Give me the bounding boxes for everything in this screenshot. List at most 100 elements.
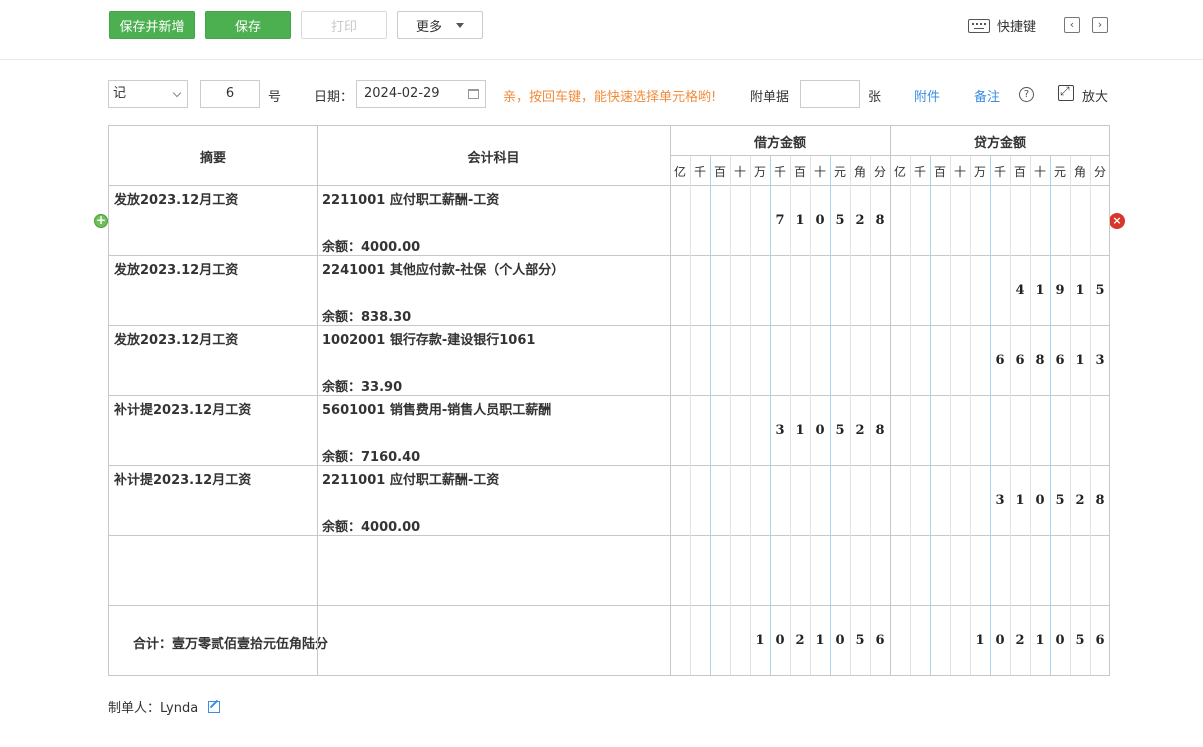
digit-header: 亿 bbox=[673, 165, 686, 179]
amount-digit: 0 bbox=[1035, 493, 1045, 508]
entry-summary[interactable]: 发放2023.12月工资 bbox=[114, 189, 238, 208]
header-debit: 借方金额 bbox=[753, 136, 806, 151]
save-button[interactable]: 保存 bbox=[205, 11, 291, 39]
entry-summary[interactable]: 补计提2023.12月工资 bbox=[114, 399, 251, 418]
delete-row-icon[interactable]: × bbox=[1109, 213, 1125, 229]
row-divider bbox=[109, 185, 1109, 186]
entry-subject[interactable]: 2211001 应付职工薪酬-工资 bbox=[322, 189, 499, 208]
amount-digit: 0 bbox=[1055, 633, 1065, 648]
amount-digit: 1 bbox=[1035, 283, 1045, 298]
voucher-type-value: 记 bbox=[113, 86, 127, 101]
prev-voucher-icon[interactable]: ‹ bbox=[1064, 17, 1080, 33]
amount-digit: 5 bbox=[1055, 493, 1065, 508]
print-button[interactable]: 打印 bbox=[301, 11, 387, 39]
amount-digit: 7 bbox=[775, 213, 785, 228]
digit-header: 十 bbox=[1033, 165, 1046, 179]
row-divider bbox=[109, 395, 1109, 396]
more-dropdown[interactable]: 更多 bbox=[397, 11, 483, 39]
note-link[interactable]: 备注 bbox=[974, 86, 1000, 105]
amount-digit: 1 bbox=[975, 633, 985, 648]
entry-balance: 余额：4000.00 bbox=[322, 240, 421, 255]
calendar-icon[interactable] bbox=[468, 89, 479, 99]
entry-summary[interactable]: 发放2023.12月工资 bbox=[114, 259, 238, 278]
digit-header: 分 bbox=[873, 165, 886, 179]
entry-subject[interactable]: 2241001 其他应付款-社保（个人部分） bbox=[322, 259, 564, 278]
digit-divider bbox=[1070, 156, 1071, 675]
keyboard-icon bbox=[968, 18, 990, 33]
voucher-type-select[interactable]: 记 bbox=[108, 80, 188, 108]
date-input[interactable]: 2024-02-29 bbox=[356, 80, 486, 108]
voucher-number-input[interactable]: 6 bbox=[200, 80, 260, 108]
digit-divider bbox=[810, 156, 811, 675]
shortcut-button[interactable]: 快捷键 bbox=[968, 16, 1036, 35]
shortcut-label: 快捷键 bbox=[997, 20, 1037, 35]
digit-header: 千 bbox=[693, 165, 706, 179]
digit-header: 十 bbox=[953, 165, 966, 179]
digit-header: 万 bbox=[753, 165, 766, 179]
entry-subject[interactable]: 1002001 银行存款-建设银行1061 bbox=[322, 329, 535, 348]
footer: 制单人：Lynda bbox=[108, 697, 221, 716]
amount-digit: 1 bbox=[795, 423, 805, 438]
row-divider bbox=[109, 465, 1109, 466]
column-divider bbox=[317, 126, 318, 675]
digit-divider bbox=[1050, 156, 1051, 675]
save-and-new-button[interactable]: 保存并新增 bbox=[109, 11, 195, 39]
add-row-icon[interactable]: + bbox=[94, 214, 108, 228]
creator-label: 制单人：Lynda bbox=[108, 701, 199, 716]
digit-header: 千 bbox=[993, 165, 1006, 179]
amount-digit: 0 bbox=[815, 423, 825, 438]
amount-digit: 5 bbox=[835, 213, 845, 228]
digit-divider bbox=[1090, 156, 1091, 675]
entry-summary[interactable]: 发放2023.12月工资 bbox=[114, 329, 238, 348]
digit-divider bbox=[690, 156, 691, 675]
digit-divider bbox=[950, 156, 951, 675]
entry-subject[interactable]: 5601001 销售费用-销售人员职工薪酬 bbox=[322, 399, 551, 418]
attachment-count-input[interactable] bbox=[800, 80, 860, 108]
amount-digit: 0 bbox=[775, 633, 785, 648]
digit-divider bbox=[990, 156, 991, 675]
amount-digit: 6 bbox=[1055, 353, 1065, 368]
digit-divider bbox=[790, 156, 791, 675]
amount-digit: 3 bbox=[1095, 353, 1105, 368]
voucher-table: 摘要 会计科目 借方金额 贷方金额 合计：壹万零贰佰壹拾元伍角陆分 亿千百十万千… bbox=[108, 125, 1110, 676]
entry-balance: 余额：4000.00 bbox=[322, 520, 421, 535]
amount-digit: 3 bbox=[995, 493, 1005, 508]
row-divider bbox=[109, 535, 1109, 536]
digit-divider bbox=[850, 156, 851, 675]
attachment-label: 附单据 bbox=[750, 90, 790, 105]
amount-digit: 8 bbox=[875, 213, 885, 228]
amount-digit: 1 bbox=[1075, 353, 1085, 368]
header-divider bbox=[670, 155, 1110, 156]
amount-digit: 9 bbox=[1055, 283, 1065, 298]
edit-icon[interactable] bbox=[208, 700, 221, 713]
entry-subject[interactable]: 2211001 应付职工薪酬-工资 bbox=[322, 469, 499, 488]
amount-digit: 6 bbox=[1095, 633, 1105, 648]
digit-divider bbox=[1010, 156, 1011, 675]
header-summary: 摘要 bbox=[199, 151, 226, 166]
date-label: 日期： bbox=[314, 90, 354, 105]
caret-down-icon bbox=[456, 22, 464, 28]
next-voucher-icon[interactable]: › bbox=[1092, 17, 1108, 33]
digit-divider bbox=[1030, 156, 1031, 675]
digit-divider bbox=[910, 156, 911, 675]
number-suffix: 号 bbox=[268, 90, 282, 105]
amount-digit: 1 bbox=[815, 633, 825, 648]
digit-divider bbox=[930, 156, 931, 675]
row-divider bbox=[109, 255, 1109, 256]
amount-digit: 4 bbox=[1015, 283, 1025, 298]
voucher-header: 记 6 号 日期： 2024-02-29 亲，按回车键，能快速选择单元格哟! 附… bbox=[0, 80, 1203, 108]
amount-digit: 1 bbox=[1075, 283, 1085, 298]
expand-label[interactable]: 放大 bbox=[1082, 86, 1108, 105]
entry-summary[interactable]: 补计提2023.12月工资 bbox=[114, 469, 251, 488]
help-icon[interactable]: ? bbox=[1019, 87, 1034, 102]
toolbar: 保存并新增 保存 打印 更多 快捷键 ‹ › bbox=[0, 0, 1203, 60]
attachment-link[interactable]: 附件 bbox=[914, 86, 940, 105]
expand-icon[interactable] bbox=[1058, 84, 1074, 101]
date-value: 2024-02-29 bbox=[364, 86, 440, 101]
digit-header: 十 bbox=[733, 165, 746, 179]
digit-header: 百 bbox=[713, 165, 726, 179]
digit-divider bbox=[770, 156, 771, 675]
amount-digit: 6 bbox=[995, 353, 1005, 368]
amount-digit: 1 bbox=[755, 633, 765, 648]
header-subject: 会计科目 bbox=[467, 151, 520, 166]
